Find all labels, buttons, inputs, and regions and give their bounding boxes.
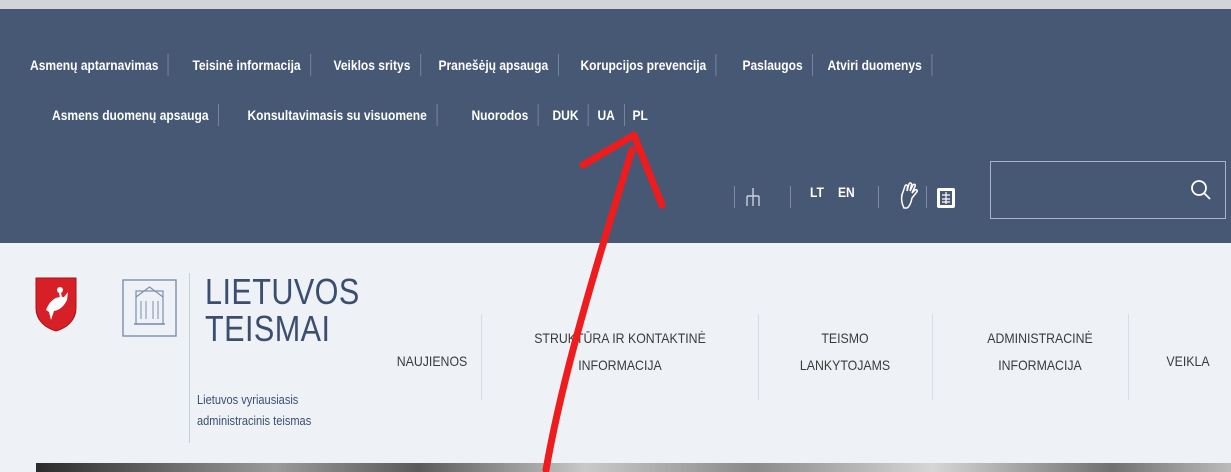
top-link-paslaugos[interactable]: Paslaugos bbox=[733, 54, 813, 76]
nav-item-struktura-line1: STRUKTŪRA IR KONTAKTINĖ bbox=[534, 330, 706, 346]
court-name: Lietuvos vyriausiasis administracinis te… bbox=[197, 389, 342, 431]
court-name-line2: administracinis teismas bbox=[197, 413, 312, 428]
top-link-duk[interactable]: DUK bbox=[543, 104, 589, 126]
nav-item-administracine[interactable]: ADMINISTRACINĖ INFORMACIJA bbox=[970, 325, 1111, 379]
top-link-pl[interactable]: PL bbox=[623, 104, 657, 126]
top-link-asmenu-aptarnavimas[interactable]: Asmenų aptarnavimas bbox=[30, 54, 169, 76]
nav-item-teismo-line2: LANKYTOJAMS bbox=[799, 357, 891, 373]
nav-item-veikla[interactable]: VEIKLA bbox=[1153, 348, 1223, 375]
nav-item-admin-line2: INFORMACIJA bbox=[998, 357, 1082, 373]
top-link-korupcijos-prevencija[interactable]: Korupcijos prevencija bbox=[571, 54, 717, 76]
brand-line1: LIETUVOS bbox=[205, 271, 360, 312]
top-link-asmens-duomenu-apsauga[interactable]: Asmens duomenų apsauga bbox=[52, 104, 219, 126]
nav-item-teismo-lankytojams[interactable]: TEISMO LANKYTOJAMS bbox=[788, 325, 902, 379]
search-icon[interactable] bbox=[1189, 178, 1213, 202]
brand-line2: TEISMAI bbox=[205, 308, 331, 349]
top-link-veiklos-sritys[interactable]: Veiklos sritys bbox=[324, 54, 421, 76]
easy-read-icon[interactable] bbox=[937, 188, 955, 208]
coat-of-arms-icon[interactable] bbox=[34, 276, 78, 332]
nav-separator bbox=[758, 314, 759, 400]
nav-item-naujienos[interactable]: NAUJIENOS bbox=[390, 348, 474, 375]
sitemap-icon[interactable] bbox=[745, 186, 761, 208]
lang-en-link[interactable]: EN bbox=[838, 184, 855, 200]
nav-item-admin-line1: ADMINISTRACINĖ bbox=[987, 330, 1093, 346]
logo-divider bbox=[189, 273, 190, 443]
search-box bbox=[990, 161, 1226, 219]
top-link-konsultavimasis[interactable]: Konsultavimasis su visuomene bbox=[238, 104, 438, 126]
nav-separator bbox=[932, 314, 933, 400]
search-input[interactable] bbox=[991, 162, 1181, 218]
top-link-teisine-informacija[interactable]: Teisinė informacija bbox=[183, 54, 312, 76]
nav-separator bbox=[481, 314, 482, 400]
top-link-nuorodos[interactable]: Nuorodos bbox=[462, 104, 539, 126]
tool-separator bbox=[878, 186, 879, 208]
top-links: Asmenų aptarnavimas Teisinė informacija … bbox=[30, 54, 1220, 126]
lang-lt-link[interactable]: LT bbox=[810, 184, 824, 200]
hero-image-edge bbox=[36, 463, 1231, 472]
top-link-ua[interactable]: UA bbox=[588, 104, 626, 126]
courts-logo-icon[interactable] bbox=[122, 279, 177, 337]
sign-language-icon[interactable] bbox=[898, 182, 920, 210]
tool-separator bbox=[734, 186, 735, 208]
court-name-line1: Lietuvos vyriausiasis bbox=[197, 392, 299, 407]
site-brand[interactable]: LIETUVOS TEISMAI bbox=[205, 273, 360, 347]
nav-separator bbox=[1128, 314, 1129, 400]
nav-item-teismo-line1: TEISMO bbox=[821, 330, 869, 346]
browser-top-strip bbox=[0, 0, 1231, 9]
tool-separator bbox=[926, 186, 927, 208]
tool-separator bbox=[790, 186, 791, 208]
nav-item-struktura[interactable]: STRUKTŪRA IR KONTAKTINĖ INFORMACIJA bbox=[519, 325, 721, 379]
top-link-atviri-duomenys[interactable]: Atviri duomenys bbox=[818, 54, 932, 76]
nav-item-struktura-line2: INFORMACIJA bbox=[578, 357, 662, 373]
top-link-pranesieju-apsauga[interactable]: Pranešėjų apsauga bbox=[429, 54, 559, 76]
